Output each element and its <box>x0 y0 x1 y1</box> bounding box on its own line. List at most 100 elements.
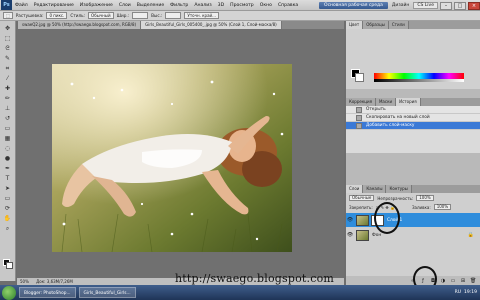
eye-icon[interactable]: 👁 <box>346 232 354 238</box>
move-tool-icon[interactable]: ✥ <box>2 25 13 33</box>
blend-mode-select[interactable]: Обычные <box>349 195 375 201</box>
quick-select-icon[interactable]: ✎ <box>2 55 13 63</box>
menu-edit[interactable]: Редактирование <box>31 3 77 8</box>
tab-girls-beautiful[interactable]: Girls_Beautiful_Girls_005400_.jpg @ 50% … <box>141 21 282 29</box>
canvas-area[interactable] <box>17 29 344 278</box>
adjustment-layer-icon[interactable]: ◑ <box>440 278 446 284</box>
path-select-icon[interactable]: ➤ <box>2 185 13 193</box>
hand-tool-icon[interactable]: ✋ <box>2 215 13 223</box>
tab-swatches[interactable]: Образцы <box>363 21 389 29</box>
history-item-label: Добавить слой-маску <box>366 123 415 128</box>
history-state-icon <box>356 123 362 129</box>
maximize-icon[interactable]: □ <box>454 1 466 10</box>
menu-analysis[interactable]: Анализ <box>191 3 214 8</box>
eye-icon[interactable]: 👁 <box>346 217 354 223</box>
status-doc-size: Док: 3,63М/7,26М <box>36 279 73 284</box>
close-icon[interactable]: × <box>468 1 480 10</box>
workspace-essentials-button[interactable]: Основная рабочая среда <box>319 2 388 9</box>
history-item-label: Скопировать на новый слой <box>366 115 430 120</box>
language-indicator[interactable]: RU <box>455 290 461 295</box>
tab-adjustments[interactable]: Коррекция <box>346 98 376 106</box>
menu-layers[interactable]: Слои <box>116 3 134 8</box>
history-state-icon <box>356 115 362 121</box>
status-zoom[interactable]: 50% <box>20 279 29 284</box>
menu-file[interactable]: Файл <box>12 3 31 8</box>
shape-tool-icon[interactable]: ▭ <box>2 195 13 203</box>
width-input[interactable] <box>132 12 149 19</box>
options-bar: ⬚ Растушевка: 0 пикс. Стиль: Обычный Шир… <box>0 11 480 21</box>
gradient-tool-icon[interactable]: ▦ <box>2 135 13 143</box>
tab-channels[interactable]: Каналы <box>363 185 387 193</box>
system-tray: RU 19:19 <box>455 285 477 300</box>
tab-styles[interactable]: Стили <box>388 21 409 29</box>
new-group-icon[interactable]: ▭ <box>450 278 456 284</box>
new-layer-icon[interactable]: ⊞ <box>460 278 466 284</box>
clock[interactable]: 19:19 <box>464 290 477 295</box>
lock-label: Закрепить: <box>349 204 373 210</box>
layer-name[interactable]: Фон <box>372 233 381 238</box>
panel-background-swatch[interactable] <box>355 73 364 82</box>
menu-filter[interactable]: Фильтр <box>167 3 191 8</box>
layer-row-selected[interactable]: 👁 Слой 1 <box>346 213 480 227</box>
height-label: Выс.: <box>151 13 163 18</box>
menu-bar: Ps Файл Редактирование Изображение Слои … <box>0 0 480 11</box>
menu-help[interactable]: Справка <box>275 3 301 8</box>
lock-fill-row: Закрепить: ▢ ✎ ✥ 🔒 Заливка: 100% <box>346 203 480 211</box>
color-panel <box>346 29 480 89</box>
layer-thumbnail[interactable] <box>356 214 369 226</box>
history-item-label: Открыть <box>366 107 386 112</box>
clone-stamp-icon[interactable]: ⊥ <box>2 105 13 113</box>
type-tool-icon[interactable]: T <box>2 175 13 183</box>
history-brush-icon[interactable]: ↺ <box>2 115 13 123</box>
style-select[interactable]: Обычный <box>88 12 114 19</box>
minimize-icon[interactable]: – <box>440 1 452 10</box>
opacity-input[interactable]: 100% <box>416 195 434 201</box>
lasso-tool-icon[interactable]: ᘓ <box>2 45 13 53</box>
eyedropper-icon[interactable]: ⁄ <box>2 75 13 83</box>
brush-tool-icon[interactable]: ✏ <box>2 95 13 103</box>
trash-icon[interactable]: 🗑 <box>470 278 476 284</box>
tab-color[interactable]: Цвет <box>346 21 364 29</box>
fill-input[interactable]: 100% <box>433 204 452 210</box>
eraser-icon[interactable]: ▭ <box>2 125 13 133</box>
workspace-design-link[interactable]: Дизайн <box>390 3 411 8</box>
tab-layers[interactable]: Слои <box>346 185 364 193</box>
refine-edge-button[interactable]: Уточн. край... <box>184 12 219 19</box>
tab-history[interactable]: История <box>396 98 421 106</box>
crop-tool-icon[interactable]: ⌗ <box>2 65 13 73</box>
feather-input[interactable]: 0 пикс. <box>46 12 68 19</box>
menu-select[interactable]: Выделение <box>134 3 167 8</box>
grayscale-ramp[interactable] <box>374 79 464 82</box>
history-item[interactable]: Скопировать на новый слой <box>346 114 480 122</box>
history-item-active[interactable]: Добавить слой-маску <box>346 122 480 130</box>
menu-image[interactable]: Изображение <box>77 3 116 8</box>
marquee-tool-icon[interactable]: ⬚ <box>2 35 13 43</box>
layer-row[interactable]: 👁 Фон 🔒 <box>346 228 480 242</box>
annotation-circle-mask <box>374 202 400 234</box>
photoshop-logo: Ps <box>1 0 12 10</box>
menu-window[interactable]: Окно <box>257 3 275 8</box>
3d-rotate-icon[interactable]: ⟳ <box>2 205 13 213</box>
background-color-swatch[interactable] <box>6 262 13 269</box>
taskbar-button-blogger[interactable]: Blogger: PhotoShop... <box>19 287 76 298</box>
blur-tool-icon[interactable]: ◌ <box>2 145 13 153</box>
menu-view[interactable]: Просмотр <box>227 3 257 8</box>
cs-live-button[interactable]: CS Live <box>413 2 438 9</box>
canvas-image[interactable] <box>52 64 292 252</box>
healing-brush-icon[interactable]: ✚ <box>2 85 13 93</box>
tab-masks[interactable]: Маски <box>375 98 397 106</box>
dodge-tool-icon[interactable]: ● <box>2 155 13 163</box>
height-input[interactable] <box>165 12 182 19</box>
start-button-icon[interactable] <box>2 285 16 300</box>
pen-tool-icon[interactable]: ✒ <box>2 165 13 173</box>
taskbar-button-photoshop[interactable]: Girls_Beautiful_Girls... <box>78 287 136 298</box>
layers-panel: Слои Каналы Контуры Обычные Непрозрачнос… <box>346 185 480 285</box>
history-item[interactable]: Открыть <box>346 106 480 114</box>
zoom-tool-icon[interactable]: ⌕ <box>2 225 13 233</box>
tab-paths[interactable]: Контуры <box>386 185 412 193</box>
menu-3d[interactable]: 3D <box>215 3 227 8</box>
watermark-text: http://swaego.blogspot.com <box>175 272 335 285</box>
layer-thumbnail[interactable] <box>356 229 369 241</box>
tab-swaeq2[interactable]: swaeQ2.jpg @ 50% (http://swaego.blogspot… <box>18 21 142 29</box>
marquee-tool-icon[interactable]: ⬚ <box>3 12 13 19</box>
